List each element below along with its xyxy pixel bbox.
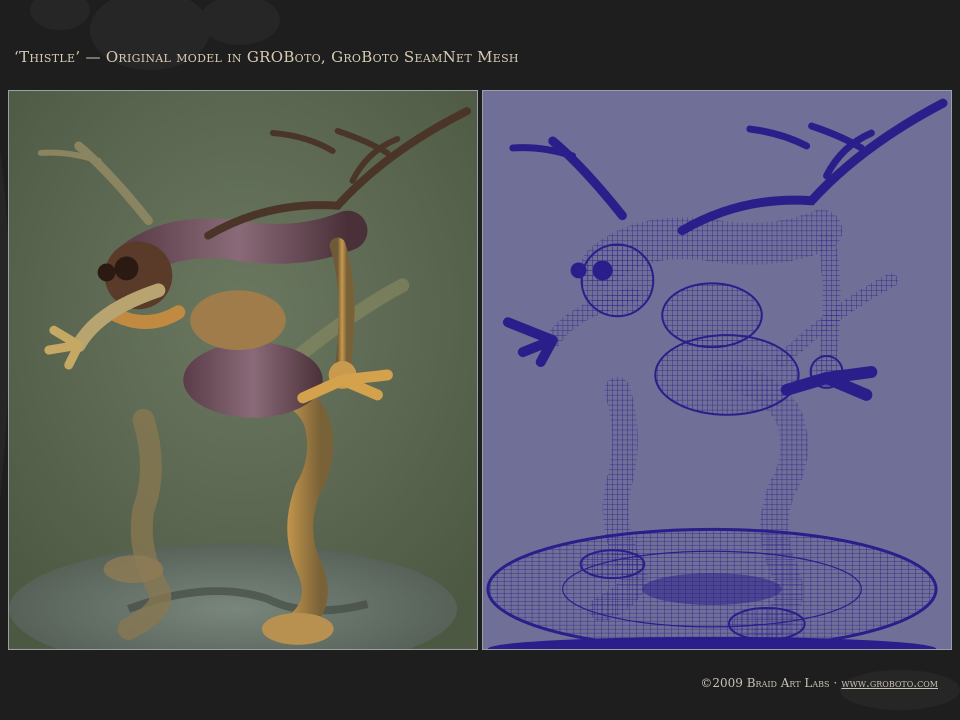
page-title: ‘Thistle’ — Original model in GROBoto, G… [14, 48, 519, 66]
copyright-text: ©2009 Braid Art Labs [700, 676, 830, 690]
footer-credit: ©2009 Braid Art Labs · www.groboto.com [700, 676, 938, 690]
shaded-render-image [9, 91, 477, 649]
wireframe-mesh-image [483, 91, 951, 649]
page: ‘Thistle’ — Original model in GROBoto, G… [0, 0, 960, 720]
footer-separator: · [833, 676, 838, 690]
shaded-render-panel [8, 90, 478, 650]
wireframe-mesh-panel [482, 90, 952, 650]
website-link[interactable]: www.groboto.com [841, 676, 938, 690]
